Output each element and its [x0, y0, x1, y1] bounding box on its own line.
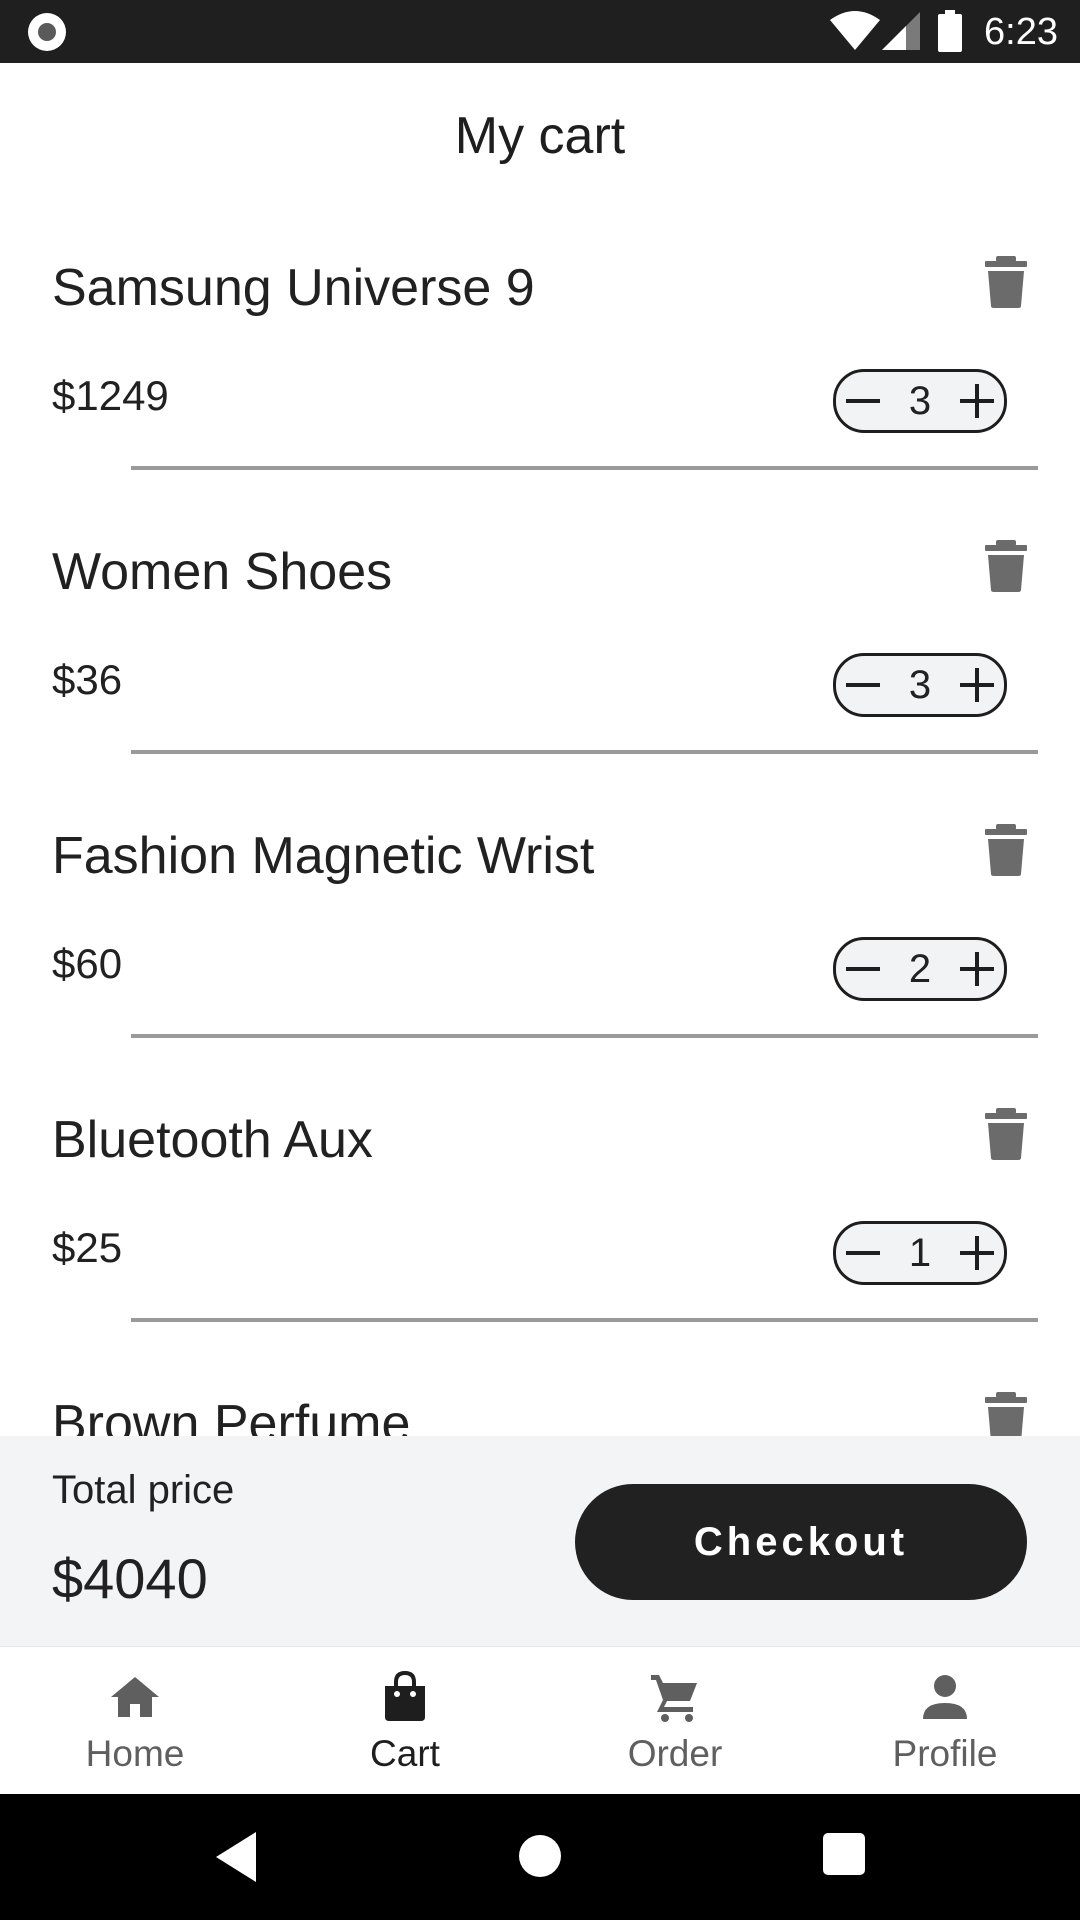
- nav-label-home: Home: [85, 1733, 185, 1774]
- bottom-navigation: Home Cart Order Profile: [0, 1646, 1080, 1795]
- decrease-quantity-button[interactable]: [836, 372, 890, 430]
- increase-quantity-button[interactable]: [950, 940, 1004, 998]
- home-icon: [111, 1677, 159, 1717]
- status-bar: 6:23: [0, 0, 1080, 63]
- total-price-label: Total price: [52, 1468, 235, 1512]
- page-title: My cart: [454, 107, 626, 165]
- recents-square-icon[interactable]: [823, 1833, 865, 1875]
- item-name: Samsung Universe 9: [52, 259, 535, 317]
- item-price: $36: [52, 656, 123, 703]
- quantity-value: 1: [908, 1231, 932, 1275]
- cart-item: Samsung Universe 9 $1249 3: [0, 230, 1080, 514]
- recording-dot-icon: [28, 13, 66, 51]
- battery-icon: [938, 10, 962, 52]
- quantity-value: 3: [908, 379, 932, 423]
- item-name: Bluetooth Aux: [52, 1111, 373, 1169]
- increase-quantity-button[interactable]: [950, 1224, 1004, 1282]
- divider: [131, 1034, 1038, 1038]
- increase-quantity-button[interactable]: [950, 372, 1004, 430]
- nav-label-cart: Cart: [370, 1733, 440, 1774]
- nav-item-home[interactable]: Home: [0, 1647, 270, 1795]
- person-icon: [923, 1675, 967, 1719]
- decrease-quantity-button[interactable]: [836, 1224, 890, 1282]
- home-circle-icon[interactable]: [519, 1835, 561, 1877]
- divider: [131, 466, 1038, 470]
- wifi-icon: [830, 11, 880, 50]
- decrease-quantity-button[interactable]: [836, 940, 890, 998]
- back-icon[interactable]: [214, 1830, 258, 1884]
- item-price: $1249: [52, 372, 169, 419]
- cart-item: Fashion Magnetic Wrist $60 2: [0, 798, 1080, 1082]
- item-name: Women Shoes: [52, 543, 393, 601]
- nav-item-cart[interactable]: Cart: [270, 1647, 540, 1795]
- nav-item-profile[interactable]: Profile: [810, 1647, 1080, 1795]
- quantity-stepper: 3: [833, 369, 1007, 433]
- checkout-button[interactable]: Checkout: [575, 1484, 1027, 1600]
- nav-label-profile: Profile: [892, 1733, 998, 1774]
- divider: [131, 1318, 1038, 1322]
- trash-icon[interactable]: [985, 256, 1027, 308]
- quantity-stepper: 3: [833, 653, 1007, 717]
- cart-icon: [651, 1675, 697, 1722]
- item-name: Brown Perfume: [52, 1395, 411, 1436]
- quantity-stepper: 1: [833, 1221, 1007, 1285]
- cart-item: Brown Perfume: [0, 1366, 1080, 1436]
- status-time: 6:23: [984, 11, 1058, 53]
- decrease-quantity-button[interactable]: [836, 656, 890, 714]
- divider: [131, 750, 1038, 754]
- nav-label-order: Order: [627, 1733, 723, 1774]
- total-price-value: $4040: [52, 1547, 208, 1610]
- shopping-bag-icon: [385, 1671, 425, 1721]
- nav-item-order[interactable]: Order: [540, 1647, 810, 1795]
- trash-icon[interactable]: [985, 540, 1027, 592]
- trash-icon[interactable]: [985, 824, 1027, 876]
- cart-item: Women Shoes $36 3: [0, 514, 1080, 798]
- quantity-value: 3: [908, 663, 932, 707]
- quantity-value: 2: [908, 947, 932, 991]
- increase-quantity-button[interactable]: [950, 656, 1004, 714]
- system-navigation-bar: [0, 1794, 1080, 1920]
- item-price: $60: [52, 940, 123, 987]
- item-name: Fashion Magnetic Wrist: [52, 827, 595, 885]
- cart-list[interactable]: Samsung Universe 9 $1249 3 Women Shoes $…: [0, 230, 1080, 1436]
- trash-icon[interactable]: [985, 1108, 1027, 1160]
- trash-icon[interactable]: [985, 1392, 1027, 1436]
- checkout-panel: Total price $4040 Checkout: [0, 1436, 1080, 1646]
- cart-item: Bluetooth Aux $25 1: [0, 1082, 1080, 1366]
- item-price: $25: [52, 1224, 123, 1271]
- quantity-stepper: 2: [833, 937, 1007, 1001]
- cell-signal-icon: [882, 12, 920, 50]
